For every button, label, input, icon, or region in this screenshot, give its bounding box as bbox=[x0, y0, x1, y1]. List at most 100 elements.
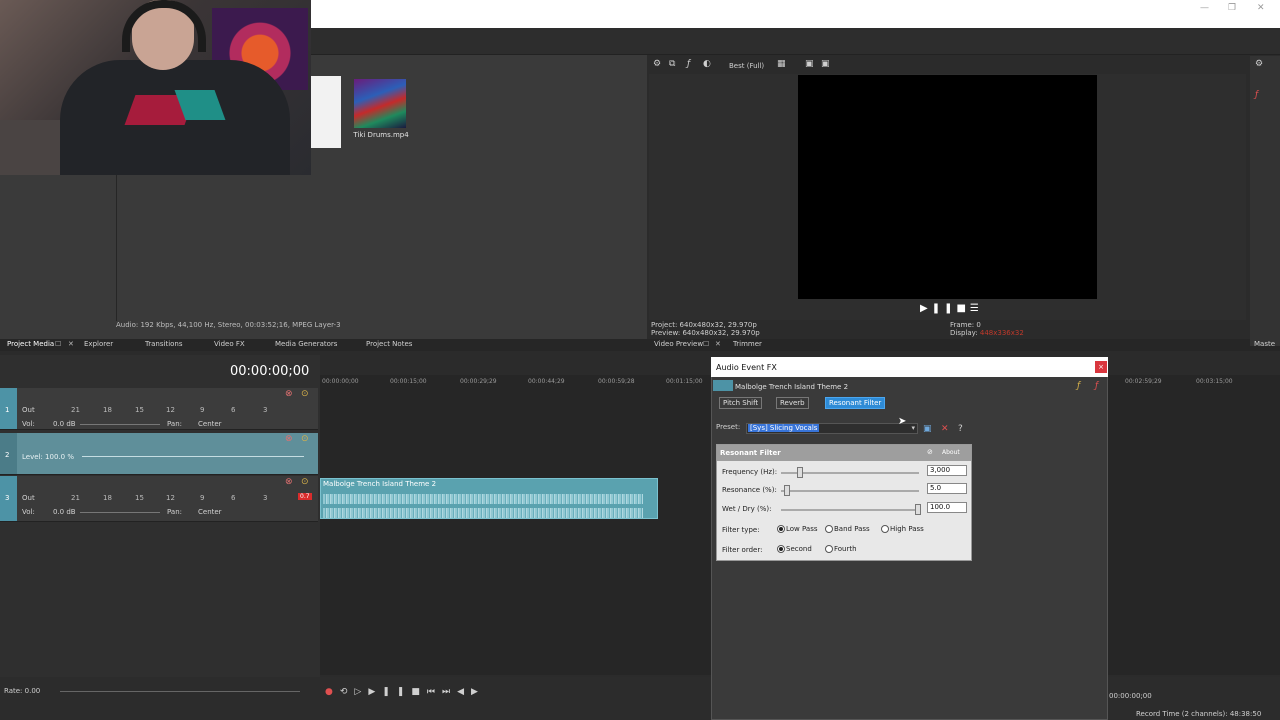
help-icon[interactable]: ? bbox=[958, 424, 963, 434]
go-to-end-icon[interactable]: ⏭ bbox=[442, 687, 457, 697]
vol-slider[interactable] bbox=[80, 512, 160, 513]
filter-order-fourth[interactable]: Fourth bbox=[825, 545, 857, 553]
chain-pitch-shift[interactable]: Pitch Shift bbox=[719, 397, 763, 409]
gear-icon[interactable]: ⚙ bbox=[653, 59, 661, 69]
resonance-field[interactable]: 5.0 bbox=[927, 483, 967, 494]
tab-project-notes[interactable]: Project Notes bbox=[366, 340, 412, 348]
fx-icon[interactable]: ƒ bbox=[687, 59, 690, 69]
track-header-3[interactable]: 3 Out 21 18 15 12 9 6 3 0.7 Vol: 0.0 dB … bbox=[0, 476, 318, 522]
frequency-label: Frequency (Hz): bbox=[722, 468, 778, 476]
dialog-close-button[interactable]: × bbox=[1095, 361, 1107, 373]
vol-value: 0.0 dB bbox=[53, 420, 76, 428]
filter-order-second[interactable]: Second bbox=[777, 545, 812, 553]
save-preset-icon[interactable]: ▣ bbox=[923, 424, 932, 434]
event-name: Malbolge Trench Island Theme 2 bbox=[735, 383, 849, 391]
audio-clip[interactable]: Malbolge Trench Island Theme 2 bbox=[320, 478, 658, 519]
preview-close-icon[interactable]: ✕ bbox=[715, 340, 721, 348]
prev-frame-icon[interactable]: ◀ bbox=[457, 687, 471, 697]
record-icon[interactable]: ● bbox=[325, 687, 340, 697]
rate-label: Rate: 0.00 bbox=[4, 687, 41, 695]
remove-fx-icon[interactable]: ƒ bbox=[1095, 381, 1098, 391]
track-header-2[interactable]: 2 Level: 100.0 % ⊗ ⊙ bbox=[0, 433, 318, 475]
delete-preset-icon[interactable]: ✕ bbox=[941, 424, 949, 434]
filter-type-low-pass[interactable]: Low Pass bbox=[777, 525, 818, 533]
vol-slider[interactable] bbox=[80, 424, 160, 425]
pause-icon[interactable]: ❚❚ bbox=[932, 303, 957, 314]
chain-reverb[interactable]: Reverb bbox=[776, 397, 809, 409]
preview-pin-icon[interactable]: ☐ bbox=[703, 340, 709, 348]
about-button[interactable]: About bbox=[942, 449, 960, 456]
copy-frame-icon[interactable]: ▣ bbox=[821, 59, 830, 69]
filter-type-low-pass-label: Low Pass bbox=[786, 525, 818, 533]
preview-toolbar: ⚙ ⧉ ƒ ◐ Best (Full) ▦ ▣ ▣ bbox=[649, 56, 1244, 74]
tab-close-icon[interactable]: ✕ bbox=[68, 340, 74, 348]
media-thumbnail-partial[interactable] bbox=[311, 76, 341, 148]
pause-icon[interactable]: ❚❚ bbox=[382, 687, 411, 697]
tab-explorer[interactable]: Explorer bbox=[84, 340, 113, 348]
pan-label: Pan: bbox=[167, 508, 182, 516]
mute-icon[interactable]: ⊗ bbox=[285, 434, 293, 444]
bypass-icon[interactable]: ⊘ bbox=[927, 448, 933, 456]
solo-icon[interactable]: ⊙ bbox=[301, 434, 309, 444]
master-gear-icon[interactable]: ⚙ bbox=[1255, 59, 1263, 69]
tab-media-generators[interactable]: Media Generators bbox=[275, 340, 337, 348]
track-number: 3 bbox=[5, 494, 10, 502]
frequency-slider-knob[interactable] bbox=[797, 467, 803, 478]
loop-icon[interactable]: ⟲ bbox=[340, 687, 355, 697]
track-header-1[interactable]: 1 Out 21 18 15 12 9 6 3 Vol: 0.0 dB Pan:… bbox=[0, 388, 318, 430]
go-to-start-icon[interactable]: ⏮ bbox=[427, 687, 442, 697]
plugin-header: Resonant Filter ⊘ About bbox=[717, 445, 971, 461]
tab-trimmer[interactable]: Trimmer bbox=[733, 340, 762, 348]
meter-tick: 12 bbox=[166, 406, 175, 414]
project-format: Project: 640x480x32, 29.970p bbox=[651, 321, 757, 329]
resonance-slider[interactable] bbox=[781, 485, 919, 496]
play-icon[interactable]: ▶ bbox=[920, 303, 932, 314]
wetdry-field[interactable]: 100.0 bbox=[927, 502, 967, 513]
radio-icon bbox=[881, 525, 889, 533]
frequency-field[interactable]: 3,000 bbox=[927, 465, 967, 476]
minimize-button[interactable]: — bbox=[1200, 3, 1209, 13]
mute-icon[interactable]: ⊗ bbox=[285, 389, 293, 399]
filter-type-high-pass[interactable]: High Pass bbox=[881, 525, 924, 533]
level-slider[interactable] bbox=[82, 456, 304, 457]
wetdry-slider[interactable] bbox=[781, 504, 921, 515]
resonance-label: Resonance (%): bbox=[722, 486, 777, 494]
dialog-title: Audio Event FX bbox=[711, 357, 1108, 377]
tab-master[interactable]: Maste bbox=[1254, 340, 1275, 348]
tab-video-preview[interactable]: Video Preview bbox=[654, 340, 703, 348]
resonance-slider-knob[interactable] bbox=[784, 485, 790, 496]
tab-pin-icon[interactable]: ☐ bbox=[55, 340, 61, 348]
tab-video-fx[interactable]: Video FX bbox=[214, 340, 245, 348]
ruler-tick: 00:00:59;28 bbox=[598, 378, 635, 385]
fx-chain-icon[interactable]: ƒ bbox=[1077, 381, 1080, 391]
tab-transitions[interactable]: Transitions bbox=[145, 340, 183, 348]
filter-type-band-pass[interactable]: Band Pass bbox=[825, 525, 870, 533]
solo-icon[interactable]: ⊙ bbox=[301, 477, 309, 487]
play-from-start-icon[interactable]: ▷ bbox=[354, 687, 368, 697]
rate-slider[interactable] bbox=[60, 691, 300, 692]
solo-icon[interactable]: ⊙ bbox=[301, 389, 309, 399]
timeline-transport: ●⟲▷▶❚❚■⏮⏭◀▶ bbox=[325, 687, 485, 697]
menu-icon[interactable]: ☰ bbox=[970, 303, 983, 314]
chain-resonant-filter[interactable]: Resonant Filter bbox=[825, 397, 886, 409]
timeline-timecode: 00:00:00;00 bbox=[230, 364, 310, 379]
play-icon[interactable]: ▶ bbox=[368, 687, 382, 697]
pan-value: Center bbox=[198, 420, 222, 428]
close-window-button[interactable]: ✕ bbox=[1257, 3, 1265, 13]
stop-icon[interactable]: ■ bbox=[411, 687, 427, 697]
tab-project-media[interactable]: Project Media bbox=[7, 340, 54, 348]
split-icon[interactable]: ⧉ bbox=[669, 59, 675, 69]
media-thumbnail[interactable] bbox=[354, 79, 406, 128]
next-frame-icon[interactable]: ▶ bbox=[471, 687, 485, 697]
mute-icon[interactable]: ⊗ bbox=[285, 477, 293, 487]
wetdry-slider-knob[interactable] bbox=[915, 504, 921, 515]
preset-dropdown[interactable]: [Sys] Slicing Vocals ▾ bbox=[746, 423, 918, 434]
overlay-icon[interactable]: ◐ bbox=[703, 59, 711, 69]
frequency-slider[interactable] bbox=[781, 467, 919, 478]
preview-quality-select[interactable]: Best (Full) bbox=[729, 62, 764, 70]
stop-icon[interactable]: ■ bbox=[956, 303, 969, 314]
grid-icon[interactable]: ▦ bbox=[777, 59, 786, 69]
master-fx-icon[interactable]: ƒ bbox=[1255, 90, 1258, 100]
restore-button[interactable]: ❐ bbox=[1228, 3, 1236, 13]
save-frame-icon[interactable]: ▣ bbox=[805, 59, 814, 69]
